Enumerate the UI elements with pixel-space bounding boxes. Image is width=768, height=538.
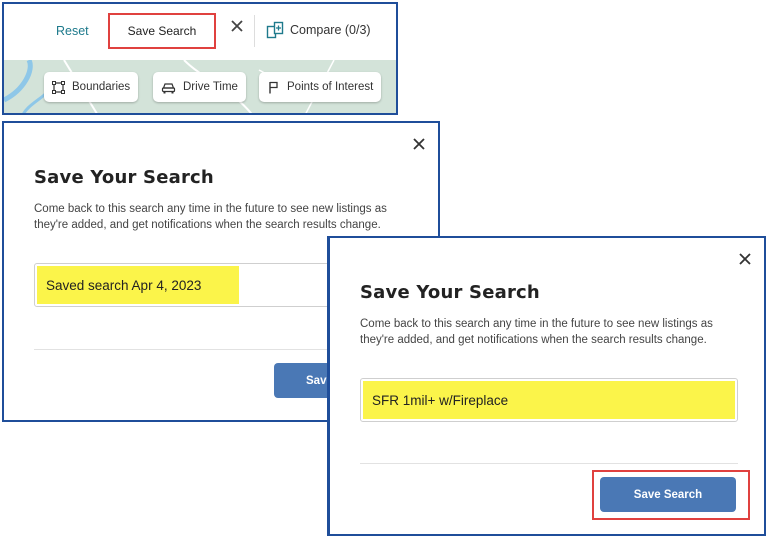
compare-icon (266, 21, 284, 39)
dialog-description: Come back to this search any time in the… (34, 203, 387, 231)
close-icon[interactable] (738, 252, 752, 266)
drive-time-button[interactable]: Drive Time (153, 72, 246, 102)
points-of-interest-button[interactable]: Points of Interest (259, 72, 382, 102)
save-search-button-label: Save Search (633, 488, 703, 501)
search-name-value: SFR 1mil+ w/Fireplace (363, 381, 735, 419)
save-search-button-label: Save Search (127, 24, 197, 38)
boundaries-icon (52, 80, 65, 94)
points-of-interest-label: Points of Interest (287, 81, 374, 93)
flag-icon (269, 81, 278, 93)
search-name-input[interactable]: SFR 1mil+ w/Fireplace (360, 378, 738, 422)
toolbar-divider (254, 15, 255, 47)
boundaries-label: Boundaries (72, 81, 131, 93)
save-search-dialog-custom: Save Your Search Come back to this searc… (328, 236, 766, 536)
compare-label: Compare (0/3) (290, 23, 371, 37)
drive-time-label: Drive Time (183, 81, 238, 93)
dialog-title: Save Your Search (34, 167, 214, 188)
dialog-description: Come back to this search any time in the… (360, 318, 713, 346)
save-search-button[interactable]: Save Search (600, 477, 736, 512)
close-icon[interactable] (412, 137, 426, 151)
reset-link[interactable]: Reset (56, 24, 89, 38)
close-icon[interactable] (230, 19, 244, 33)
search-toolbar: Reset Save Search Compare (0/3) (4, 4, 396, 60)
compare-button[interactable]: Compare (0/3) (266, 21, 371, 39)
dialog-divider (360, 463, 738, 464)
car-icon (161, 82, 176, 93)
toolbar-panel: Reset Save Search Compare (0/3) Boundari… (2, 2, 398, 115)
save-search-button[interactable]: Save Search (108, 13, 216, 49)
boundaries-button[interactable]: Boundaries (44, 72, 139, 102)
map-area[interactable]: Boundaries Drive Time Points of Interest (4, 60, 396, 113)
search-name-value: Saved search Apr 4, 2023 (37, 266, 239, 304)
dialog-title: Save Your Search (360, 282, 540, 303)
